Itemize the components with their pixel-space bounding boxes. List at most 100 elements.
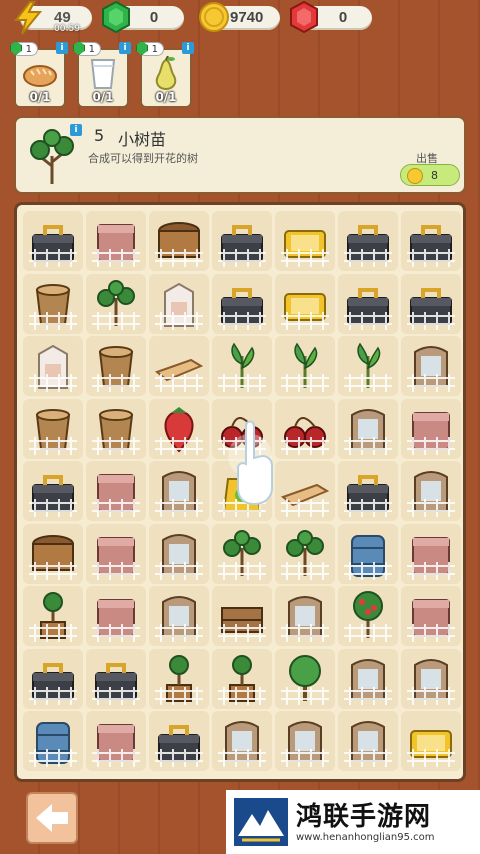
board-cell-stump-box[interactable]	[401, 398, 461, 459]
tree-trunk-icon	[29, 408, 77, 455]
board-cell-lunchbox-yellow[interactable]	[275, 211, 335, 271]
board-cell-crate[interactable]	[212, 586, 272, 646]
board-cell-sapling[interactable]	[275, 523, 335, 584]
cabinet-icon	[407, 658, 455, 705]
pear-icon	[155, 56, 177, 90]
sapling-icon	[92, 279, 140, 330]
toolbox-icon	[29, 225, 77, 267]
board-cell-barrel[interactable]	[338, 523, 398, 584]
board-cell-toolbox[interactable]	[338, 461, 398, 521]
board-cell-stump-box[interactable]	[86, 586, 146, 646]
coin-counter[interactable]: 9740	[199, 2, 280, 32]
strawberry-icon	[155, 406, 203, 455]
board-cell-lunchbox-yellow[interactable]	[401, 711, 461, 771]
board-cell-tree-trunk[interactable]	[86, 398, 146, 459]
toolbox-icon	[29, 475, 77, 517]
board-cell-toolbox[interactable]	[23, 648, 83, 709]
energy-counter[interactable]: 49 00:59	[13, 1, 92, 35]
board-cell-toolbox[interactable]	[401, 273, 461, 334]
board-cell-toolbox[interactable]	[23, 211, 83, 271]
item-name: 小树苗	[118, 130, 167, 149]
board-cell-cabinet[interactable]	[401, 461, 461, 521]
barrel-icon	[29, 722, 77, 767]
board-cell-toolbox[interactable]	[401, 211, 461, 271]
board-cell-toolbox[interactable]	[338, 273, 398, 334]
item-level: 5	[94, 126, 105, 145]
board-cell-cabinet[interactable]	[149, 586, 209, 646]
board-cell-tree[interactable]	[275, 648, 335, 709]
toolbox-icon	[344, 225, 392, 267]
board-cell-stump-box[interactable]	[86, 461, 146, 521]
order-card-bread[interactable]: 1 i 0/1	[10, 41, 68, 108]
board-cell-milk-carton[interactable]	[23, 336, 83, 396]
item-description: 合成可以得到开花的树	[88, 152, 198, 165]
board-cell-cabinet[interactable]	[149, 461, 209, 521]
milk-carton-icon	[29, 344, 77, 392]
info-icon[interactable]: i	[70, 124, 82, 136]
board-cell-cabinet[interactable]	[149, 523, 209, 584]
board-cell-wood-plank[interactable]	[149, 336, 209, 396]
board-cell-toolbox[interactable]	[86, 648, 146, 709]
board-cell-cabinet[interactable]	[401, 648, 461, 709]
order-card-milk[interactable]: 1 i 0/1	[73, 41, 131, 108]
board-cell-toolbox[interactable]	[149, 711, 209, 771]
board-cell-sprout[interactable]	[275, 336, 335, 396]
lightning-icon	[13, 1, 43, 35]
board-cell-strawberry[interactable]	[149, 398, 209, 459]
board-cell-stump-box[interactable]	[86, 711, 146, 771]
info-icon[interactable]: i	[182, 42, 194, 54]
board-cell-tree-trunk[interactable]	[23, 398, 83, 459]
board-cell-tree-trunk[interactable]	[86, 336, 146, 396]
board-cell-stump-box[interactable]	[401, 523, 461, 584]
board-cell-sapling[interactable]	[212, 523, 272, 584]
info-icon[interactable]: i	[119, 42, 131, 54]
sprout-icon	[281, 342, 329, 392]
board-cell-potted-tree[interactable]	[149, 648, 209, 709]
stump-box-icon	[407, 411, 455, 455]
board-cell-barrel[interactable]	[23, 711, 83, 771]
cabinet-icon	[281, 596, 329, 642]
board-cell-lunchbox-yellow[interactable]	[275, 273, 335, 334]
board-cell-milk-carton[interactable]	[149, 273, 209, 334]
board-cell-cabinet[interactable]	[338, 648, 398, 709]
stump-box-icon	[407, 599, 455, 642]
board-cell-stump-box[interactable]	[86, 211, 146, 271]
board-cell-tree-trunk[interactable]	[23, 273, 83, 334]
board-cell-toolbox[interactable]	[23, 461, 83, 521]
board-cell-sprout[interactable]	[212, 336, 272, 396]
order-count: 0/1	[155, 90, 177, 104]
sell-button[interactable]: 8	[400, 164, 460, 186]
board-cell-cabinet[interactable]	[275, 586, 335, 646]
board-cell-cabinet[interactable]	[212, 711, 272, 771]
ruby-counter[interactable]: 0	[290, 0, 372, 34]
tree-icon	[281, 654, 329, 705]
board-cell-basket[interactable]	[149, 211, 209, 271]
cabinet-icon	[281, 721, 329, 767]
toolbox-icon	[344, 287, 392, 330]
board-cell-sapling[interactable]	[86, 273, 146, 334]
board-cell-toolbox[interactable]	[338, 211, 398, 271]
gold-coin-icon	[199, 2, 229, 32]
board-cell-toolbox[interactable]	[212, 211, 272, 271]
board-cell-cabinet[interactable]	[275, 711, 335, 771]
board-cell-flower-tree[interactable]	[338, 586, 398, 646]
back-button[interactable]	[26, 792, 78, 844]
milk-carton-icon	[155, 282, 203, 330]
board-cell-toolbox[interactable]	[212, 273, 272, 334]
potted-tree-icon	[29, 592, 77, 642]
board-cell-stump-box[interactable]	[86, 523, 146, 584]
board-cell-stump-box[interactable]	[401, 586, 461, 646]
board-cell-cabinet[interactable]	[401, 336, 461, 396]
info-icon[interactable]: i	[56, 42, 68, 54]
board-cell-cabinet[interactable]	[338, 711, 398, 771]
stump-box-icon	[92, 724, 140, 767]
order-card-pear[interactable]: 1 i 0/1	[136, 41, 194, 108]
board-cell-cabinet[interactable]	[338, 398, 398, 459]
board-cell-potted-tree[interactable]	[23, 586, 83, 646]
toolbox-icon	[92, 662, 140, 705]
board-cell-sprout[interactable]	[338, 336, 398, 396]
board-cell-potted-tree[interactable]	[212, 648, 272, 709]
potted-tree-icon	[155, 654, 203, 705]
gem-counter[interactable]: 0	[102, 0, 184, 34]
board-cell-basket[interactable]	[23, 523, 83, 584]
